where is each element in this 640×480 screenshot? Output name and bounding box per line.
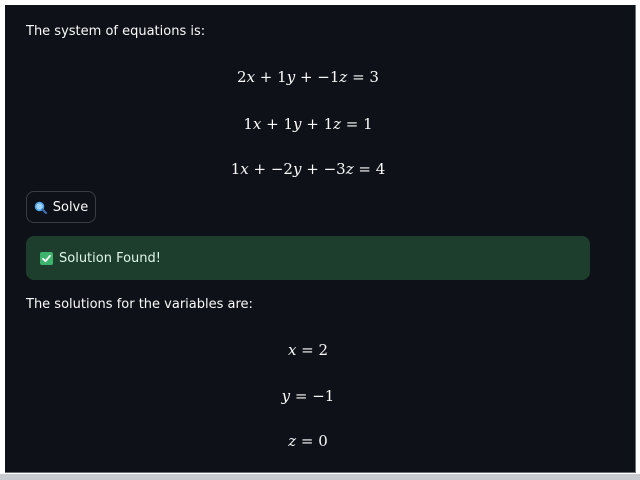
eq3-rhs: 4 xyxy=(375,160,386,178)
solve-button-label: Solve xyxy=(52,199,89,215)
eq2-coef-y: 1 xyxy=(283,115,293,133)
app-frame: The system of equations is: 2x + 1y + −1… xyxy=(5,5,636,473)
solutions-text: The solutions for the variables are: xyxy=(26,297,253,312)
solution-y-var: y xyxy=(281,387,291,405)
eq1-coef-y: 1 xyxy=(277,68,287,86)
equation-1: 2x + 1y + −1z = 3 xyxy=(237,68,379,86)
success-message: Solution Found! xyxy=(59,250,162,266)
eq2-coef-z: 1 xyxy=(323,115,334,133)
eq1-coef-z: −1 xyxy=(317,68,340,86)
solution-x-value: 2 xyxy=(318,341,329,359)
equation-2: 1x + 1y + 1z = 1 xyxy=(243,115,373,133)
eq2-coef-x: 1 xyxy=(243,115,253,133)
eq3-coef-x: 1 xyxy=(230,160,241,178)
magnifier-icon xyxy=(34,201,47,214)
solution-z-value: 0 xyxy=(318,432,328,450)
solution-z: z = 0 xyxy=(288,432,328,450)
eq2-rhs: 1 xyxy=(363,115,373,133)
solution-y-value: −1 xyxy=(312,387,335,405)
intro-text: The system of equations is: xyxy=(26,24,206,39)
window-bottom-edge xyxy=(0,474,640,480)
check-box-icon xyxy=(40,251,53,265)
eq3-coef-y: −2 xyxy=(270,160,293,178)
solution-z-var: z xyxy=(288,432,297,450)
eq1-coef-x: 2 xyxy=(237,68,247,86)
solve-button[interactable]: Solve xyxy=(26,191,96,223)
solution-x-var: x xyxy=(287,341,297,359)
success-alert: Solution Found! xyxy=(26,236,590,280)
solution-x: x = 2 xyxy=(287,341,329,359)
eq1-rhs: 3 xyxy=(369,68,379,86)
equation-3: 1x + −2y + −3z = 4 xyxy=(230,160,386,178)
eq3-coef-z: −3 xyxy=(323,160,346,178)
solution-y: y = −1 xyxy=(281,387,335,405)
